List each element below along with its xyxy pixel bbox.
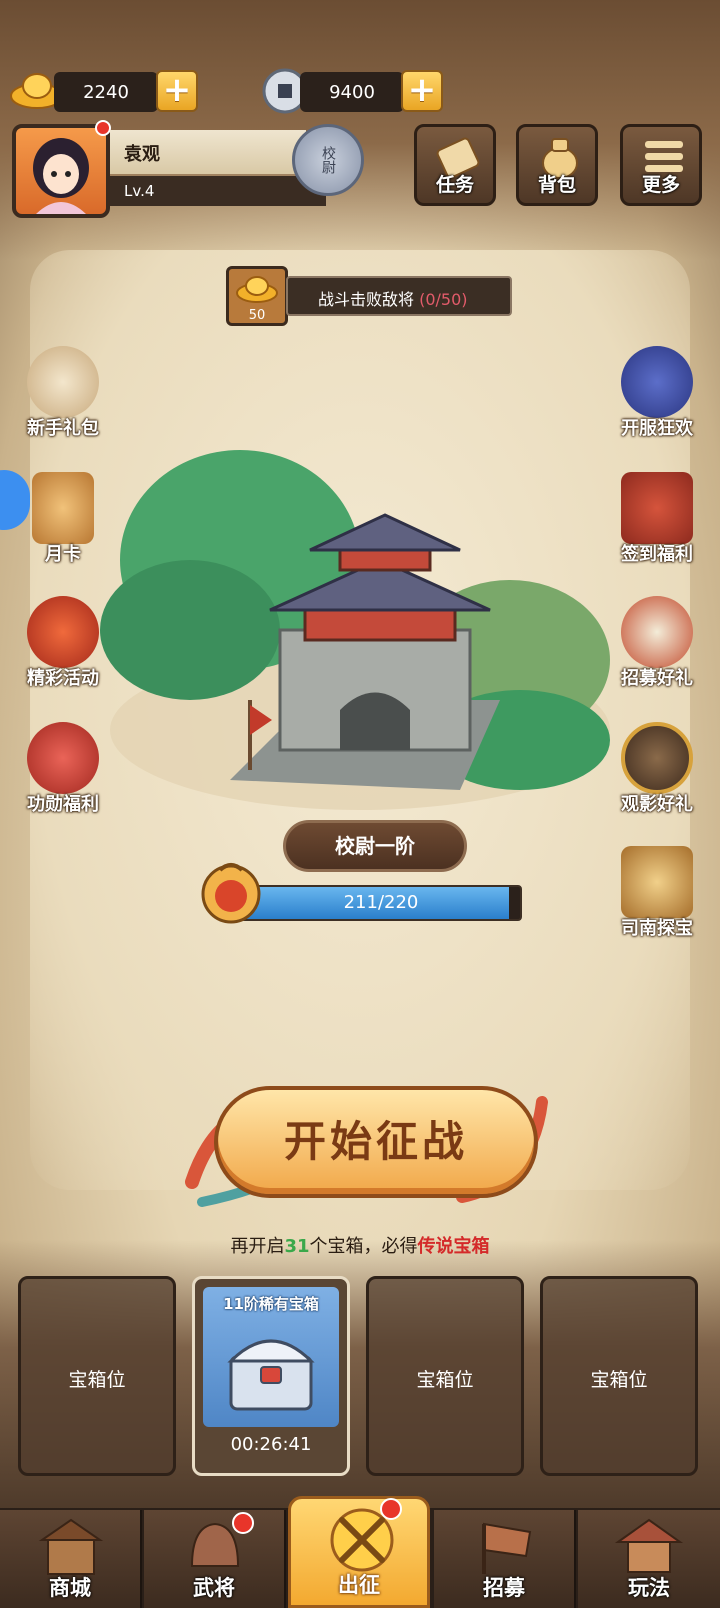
event-bag-icon <box>27 596 99 668</box>
coin-amount: 9400 <box>300 72 404 112</box>
compass-icon <box>621 846 693 918</box>
rank-progress-text: 211/220 <box>343 892 419 913</box>
rank-progress-bar: 211/220 <box>240 885 522 921</box>
month-card-icon <box>32 472 94 544</box>
chest-slot-3[interactable]: 宝箱位 <box>366 1276 524 1476</box>
task-button[interactable]: 任务 <box>414 124 496 206</box>
newbie-gift-button[interactable]: 新手礼包 <box>8 346 118 440</box>
quest-banner[interactable]: 战斗击败敌将 (0/50) <box>286 276 512 316</box>
chest-hint: 再开启31个宝箱，必得传说宝箱 <box>0 1232 720 1258</box>
compass-treasure-button[interactable]: 司南探宝 <box>602 846 712 940</box>
player-name: 袁观 <box>110 130 306 174</box>
nav-shop[interactable]: 商城 <box>0 1510 142 1608</box>
nav-gameplay-label: 玩法 <box>628 1576 670 1600</box>
rare-chest-title: 11阶稀有宝箱 <box>223 1295 319 1313</box>
chest-slot-4[interactable]: 宝箱位 <box>540 1276 698 1476</box>
start-campaign-button[interactable]: 开始征战 <box>214 1086 538 1198</box>
hero-gift-icon <box>27 346 99 418</box>
start-campaign-label: 开始征战 <box>283 1117 468 1166</box>
avatar-notification-dot <box>95 120 111 136</box>
quest-progress: (0/50) <box>419 290 468 309</box>
gold-amount: 2240 <box>54 72 158 112</box>
nav-shop-label: 商城 <box>49 1576 91 1600</box>
pavilion-icon <box>614 1518 684 1573</box>
nav-recruit-label: 招募 <box>483 1576 525 1600</box>
chest-slot-1[interactable]: 宝箱位 <box>18 1276 176 1476</box>
nav-generals-label: 武将 <box>193 1576 235 1600</box>
campaign-notification-dot <box>380 1498 402 1520</box>
add-coin-button[interactable]: + <box>401 70 443 112</box>
treasure-chest-icon <box>227 1339 315 1411</box>
chest-slot-2[interactable]: 11阶稀有宝箱 00:26:41 <box>192 1276 350 1476</box>
bag-button[interactable]: 背包 <box>516 124 598 206</box>
rank-pouch-icon <box>201 863 261 924</box>
video-gift-icon <box>621 722 693 794</box>
merit-pouch-icon <box>27 722 99 794</box>
shop-icon <box>38 1518 104 1575</box>
more-label: 更多 <box>641 174 680 196</box>
chest-hint-pre: 再开启 <box>230 1236 285 1257</box>
chest-hint-mid: 个宝箱，必得 <box>309 1236 418 1257</box>
quest-reward-amount: 50 <box>248 308 266 323</box>
compass-treasure-label: 司南探宝 <box>621 918 693 939</box>
chest-timer: 00:26:41 <box>230 1434 312 1455</box>
fortress-illustration <box>100 450 610 810</box>
avatar-portrait-icon <box>33 138 89 214</box>
signin-icon <box>621 472 693 544</box>
chest-hint-count: 31 <box>284 1236 310 1257</box>
nav-gameplay[interactable]: 玩法 <box>578 1510 720 1608</box>
chest-slot-label: 宝箱位 <box>416 1369 474 1391</box>
chest-slot-label: 宝箱位 <box>590 1369 648 1391</box>
carnival-button[interactable]: 开服狂欢 <box>602 346 712 440</box>
quest-reward[interactable]: 50 <box>226 266 288 326</box>
recruit-drum-icon <box>621 596 693 668</box>
chest-hint-reward: 传说宝箱 <box>417 1236 490 1257</box>
rank-title[interactable]: 校尉一阶 <box>283 820 467 872</box>
task-label: 任务 <box>435 174 474 196</box>
chest-slot-label: 宝箱位 <box>68 1369 126 1391</box>
add-gold-button[interactable]: + <box>156 70 198 112</box>
more-button[interactable]: 更多 <box>620 124 702 206</box>
gold-ingot-icon <box>236 276 278 303</box>
nav-campaign[interactable]: 出征 <box>288 1496 430 1608</box>
carnival-icon <box>621 346 693 418</box>
rank-badge[interactable]: 校尉 <box>292 124 364 196</box>
player-level: Lv.4 <box>110 176 326 206</box>
nav-recruit[interactable]: 招募 <box>434 1510 576 1608</box>
nav-generals[interactable]: 武将 <box>144 1510 286 1608</box>
rare-chest-card: 11阶稀有宝箱 <box>203 1287 339 1427</box>
quest-text: 战斗击败敌将 <box>318 290 415 309</box>
recruit-flag-icon <box>482 1522 532 1574</box>
generals-notification-dot <box>232 1512 254 1534</box>
nav-campaign-label: 出征 <box>338 1573 380 1597</box>
avatar[interactable] <box>12 124 110 218</box>
bag-label: 背包 <box>537 174 576 196</box>
